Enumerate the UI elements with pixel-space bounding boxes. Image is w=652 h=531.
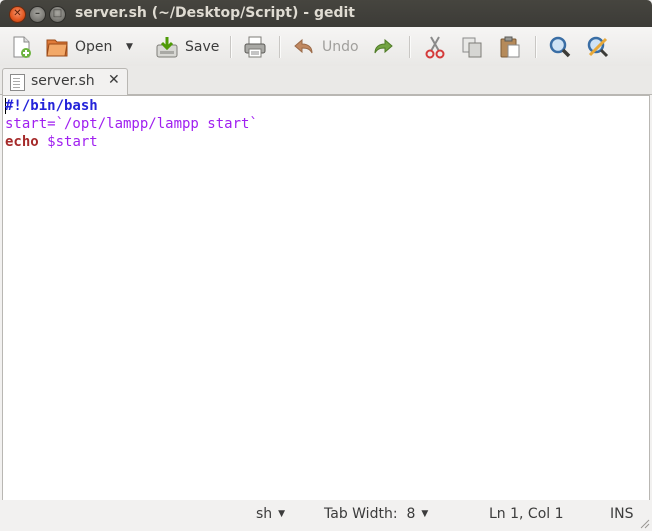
code-line: echo $start: [5, 133, 258, 151]
paste-icon: [500, 36, 520, 57]
minimize-icon: –: [35, 8, 40, 19]
find-replace-icon: [587, 36, 609, 57]
open-folder-icon: [46, 39, 68, 56]
find-button[interactable]: [548, 27, 572, 66]
tab-label: server.sh: [31, 73, 95, 89]
cursor-position: Ln 1, Col 1: [489, 506, 564, 522]
find-replace-button[interactable]: [586, 27, 610, 66]
title-bar: ✕ – □ server.sh (~/Desktop/Script) - ged…: [0, 0, 652, 27]
redo-icon: [374, 38, 393, 53]
toolbar-separator: [409, 36, 411, 58]
code-token: echo: [5, 134, 39, 150]
chevron-down-icon: ▼: [278, 509, 286, 519]
tab-server-sh[interactable]: server.sh ✕: [2, 68, 128, 95]
language-label: sh: [256, 506, 273, 522]
redo-button[interactable]: [371, 27, 395, 66]
toolbar-separator: [279, 36, 281, 58]
window-close-button[interactable]: ✕: [9, 6, 26, 23]
text-editor-area[interactable]: #!/bin/bash start=`/opt/lampp/lampp start…: [2, 95, 650, 501]
tab-width-label: Tab Width: 8: [324, 506, 416, 522]
cut-icon: [425, 36, 445, 58]
close-icon: ✕: [13, 8, 22, 19]
language-selector[interactable]: sh ▼: [256, 506, 285, 522]
code-token: #!/bin/bash: [5, 98, 98, 114]
undo-icon: [294, 38, 313, 53]
code-token: $start: [47, 134, 98, 150]
paste-button[interactable]: [498, 27, 522, 66]
save-button[interactable]: Save: [155, 27, 219, 66]
chevron-down-icon: ▼: [126, 41, 133, 52]
window-title: server.sh (~/Desktop/Script) - gedit: [75, 5, 355, 21]
code-line: start=`/opt/lampp/lampp start`: [5, 115, 258, 133]
tab-width-selector[interactable]: Tab Width: 8 ▼: [324, 506, 428, 522]
resize-grip-icon[interactable]: [640, 519, 650, 529]
window-maximize-button[interactable]: □: [49, 6, 66, 23]
toolbar: Open ▼ Save Undo: [0, 27, 652, 66]
copy-button[interactable]: [460, 27, 484, 66]
document-tabs: server.sh ✕: [0, 66, 652, 95]
text-document-icon: [10, 74, 25, 91]
copy-icon: [462, 37, 482, 57]
find-icon: [549, 36, 571, 57]
insert-mode: INS: [610, 506, 634, 522]
open-button[interactable]: Open: [45, 27, 112, 66]
toolbar-separator: [535, 36, 537, 58]
status-bar: sh ▼ Tab Width: 8 ▼ Ln 1, Col 1 INS: [0, 500, 652, 531]
code-content: #!/bin/bash start=`/opt/lampp/lampp start…: [5, 97, 258, 151]
new-button[interactable]: [9, 27, 33, 66]
toolbar-separator: [230, 36, 232, 58]
undo-button[interactable]: Undo: [292, 27, 359, 66]
open-recent-dropdown[interactable]: ▼: [126, 27, 133, 66]
chevron-down-icon: ▼: [421, 509, 429, 519]
maximize-icon: □: [52, 8, 63, 19]
print-icon: [244, 36, 266, 57]
new-document-icon: [13, 36, 31, 58]
code-line: #!/bin/bash: [5, 97, 258, 115]
save-label: Save: [185, 38, 220, 55]
code-token: start=`/opt/lampp/lampp start`: [5, 116, 258, 132]
print-button[interactable]: [243, 27, 267, 66]
window-minimize-button[interactable]: –: [29, 6, 46, 23]
open-label: Open: [75, 38, 113, 55]
undo-label: Undo: [322, 38, 359, 55]
tab-close-button[interactable]: ✕: [108, 72, 120, 88]
save-icon: [156, 36, 178, 57]
cut-button[interactable]: [423, 27, 447, 66]
